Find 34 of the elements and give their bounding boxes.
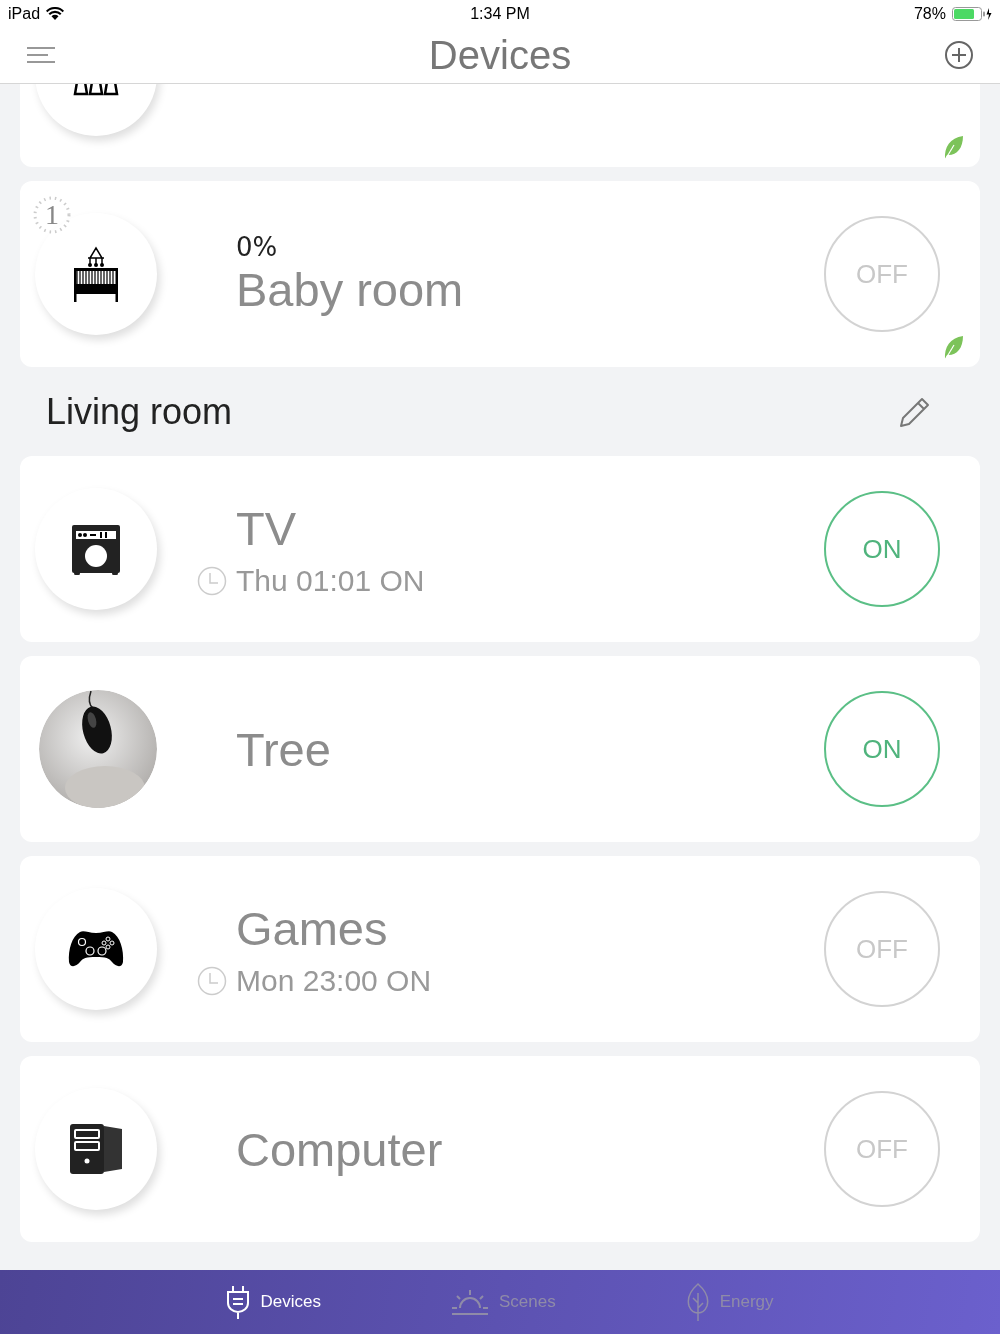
device-name: Games bbox=[235, 900, 389, 956]
device-name: Tree bbox=[235, 721, 332, 777]
section-title: Living room bbox=[46, 390, 233, 433]
clock-icon bbox=[197, 565, 227, 596]
device-name: TV bbox=[235, 500, 298, 556]
leaf-icon bbox=[685, 1283, 710, 1321]
device-card[interactable]: Tree ON bbox=[20, 656, 980, 842]
tab[interactable]: Scenes bbox=[450, 1289, 556, 1315]
amplifier-icon bbox=[72, 522, 120, 576]
menu-icon[interactable] bbox=[26, 47, 56, 63]
schedule-text: Mon 23:00 ON bbox=[236, 963, 432, 998]
status-time: 1:34 PM bbox=[470, 4, 530, 23]
crib-icon bbox=[73, 246, 119, 302]
device-name: Computer bbox=[235, 1121, 444, 1177]
dim-percent: 0% bbox=[235, 231, 279, 262]
gamepad-icon bbox=[68, 930, 124, 968]
page-title: Devices bbox=[428, 32, 572, 78]
timer-icon bbox=[32, 195, 72, 235]
carrier-name: iPad bbox=[8, 4, 41, 23]
power-toggle[interactable]: ON bbox=[824, 691, 940, 807]
sunrise-icon bbox=[450, 1289, 489, 1315]
timer-count: 1 bbox=[45, 198, 59, 232]
clock-icon bbox=[197, 965, 227, 996]
add-icon[interactable] bbox=[944, 40, 974, 70]
power-toggle[interactable]: ON bbox=[824, 491, 940, 607]
schedule-text: Thu 01:01 ON bbox=[236, 563, 425, 598]
wifi-icon bbox=[46, 6, 65, 21]
tab[interactable]: Devices bbox=[226, 1285, 321, 1319]
plug-icon bbox=[226, 1285, 251, 1319]
device-card[interactable]: TV Thu 01:01 ON ON bbox=[20, 456, 980, 642]
room-name: Baby room bbox=[235, 261, 465, 317]
computer-icon bbox=[69, 1123, 123, 1175]
battery-percent: 78% bbox=[913, 4, 946, 23]
battery-icon bbox=[952, 6, 992, 21]
